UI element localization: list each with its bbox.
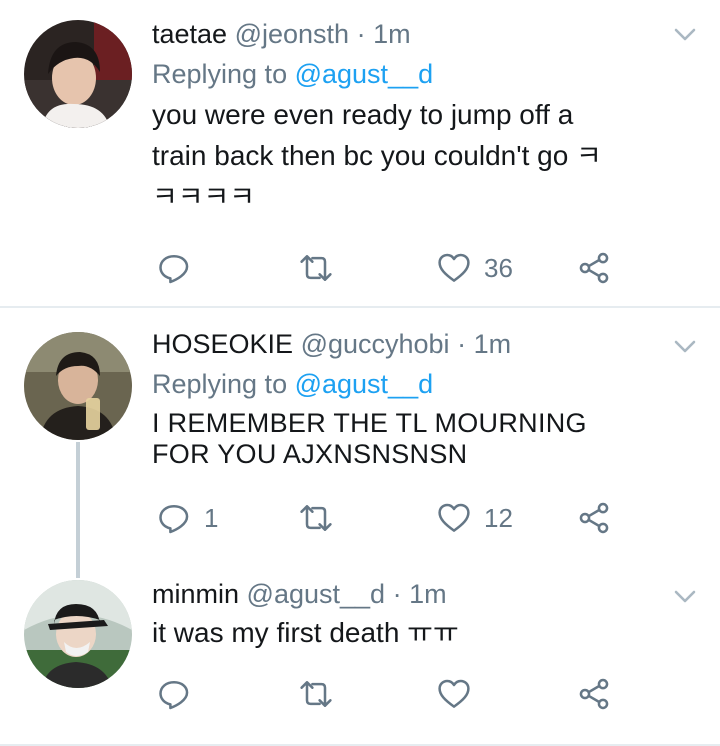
- replying-to-label: Replying to: [152, 369, 295, 399]
- retweet-icon: [298, 500, 334, 536]
- tweet-text: it was my first death ㅠㅠ: [152, 612, 690, 653]
- replying-to: Replying to @agust__d: [152, 54, 690, 94]
- share-button[interactable]: [576, 674, 612, 714]
- tweet-header: taetae @jeonsth · 1m: [152, 16, 690, 52]
- thread-line: [76, 442, 80, 578]
- display-name[interactable]: HOSEOKIE: [152, 329, 293, 359]
- separator-dot: ·: [457, 329, 467, 359]
- avatar[interactable]: [24, 580, 132, 688]
- chevron-down-icon[interactable]: [674, 28, 696, 42]
- separator-dot: ·: [392, 579, 402, 609]
- share-icon: [576, 250, 612, 286]
- timestamp[interactable]: 1m: [474, 329, 512, 359]
- tweet-actions: [152, 674, 622, 714]
- avatar[interactable]: [24, 332, 132, 440]
- retweet-button[interactable]: [298, 248, 346, 288]
- timestamp[interactable]: 1m: [373, 19, 411, 49]
- tweet-header: minmin @agust__d · 1m: [152, 576, 690, 612]
- tweet-2[interactable]: HOSEOKIE @guccyhobi · 1m Replying to @ag…: [0, 308, 720, 578]
- share-button[interactable]: [576, 498, 612, 538]
- like-icon: [436, 250, 472, 286]
- avatar-photo: [24, 580, 132, 688]
- replying-to: Replying to @agust__d: [152, 364, 690, 404]
- reply-icon: [156, 500, 192, 536]
- retweet-icon: [298, 676, 334, 712]
- tweet-text: I REMEMBER THE TL MOURNING FOR YOU AJXNS…: [152, 408, 690, 470]
- like-button[interactable]: 12: [436, 498, 513, 538]
- timestamp[interactable]: 1m: [409, 579, 447, 609]
- share-icon: [576, 500, 612, 536]
- display-name[interactable]: taetae: [152, 19, 227, 49]
- retweet-button[interactable]: [298, 498, 346, 538]
- user-handle[interactable]: @jeonsth: [235, 19, 349, 49]
- avatar-photo: [24, 20, 132, 128]
- tweet-header: HOSEOKIE @guccyhobi · 1m: [152, 326, 690, 362]
- display-name[interactable]: minmin: [152, 579, 239, 609]
- tweet-actions: 1 12: [152, 498, 622, 538]
- like-button[interactable]: 36: [436, 248, 513, 288]
- avatar[interactable]: [24, 20, 132, 128]
- tweet-text-line: I REMEMBER THE TL MOURNING: [152, 408, 587, 438]
- tweet-actions: 36: [152, 248, 622, 288]
- avatar-photo: [24, 332, 132, 440]
- user-handle[interactable]: @guccyhobi: [301, 329, 450, 359]
- like-icon: [436, 500, 472, 536]
- tweet-1[interactable]: taetae @jeonsth · 1m Replying to @agust_…: [0, 0, 720, 306]
- retweet-icon: [298, 250, 334, 286]
- reply-button[interactable]: 1: [156, 498, 218, 538]
- like-count: 36: [484, 252, 513, 283]
- tweet-text-line: ㅋㅋㅋㅋ: [152, 181, 256, 212]
- tweet-text-line: it was my first death ㅠㅠ: [152, 617, 459, 648]
- reply-button[interactable]: [156, 248, 204, 288]
- share-button[interactable]: [576, 248, 612, 288]
- user-handle[interactable]: @agust__d: [247, 579, 386, 609]
- replying-to-mention[interactable]: @agust__d: [295, 369, 434, 399]
- like-icon: [436, 676, 472, 712]
- tweet-3[interactable]: minmin @agust__d · 1m it was my first de…: [0, 570, 720, 746]
- reply-count: 1: [204, 502, 219, 533]
- tweet-text-line: FOR YOU AJXNSNSNSN: [152, 439, 468, 469]
- chevron-down-icon[interactable]: [674, 590, 696, 604]
- share-icon: [576, 676, 612, 712]
- tweet-text: you were even ready to jump off a train …: [152, 94, 690, 217]
- tweet-text-line: train back then bc you couldn't go ㅋ: [152, 140, 602, 171]
- like-count: 12: [484, 502, 513, 533]
- like-button[interactable]: [436, 674, 484, 714]
- retweet-button[interactable]: [298, 674, 346, 714]
- separator-dot: ·: [356, 19, 366, 49]
- replying-to-mention[interactable]: @agust__d: [295, 59, 434, 89]
- tweet-text-line: you were even ready to jump off a: [152, 99, 574, 130]
- chevron-down-icon[interactable]: [674, 340, 696, 354]
- reply-icon: [156, 676, 192, 712]
- reply-button[interactable]: [156, 674, 204, 714]
- replying-to-label: Replying to: [152, 59, 295, 89]
- reply-icon: [156, 250, 192, 286]
